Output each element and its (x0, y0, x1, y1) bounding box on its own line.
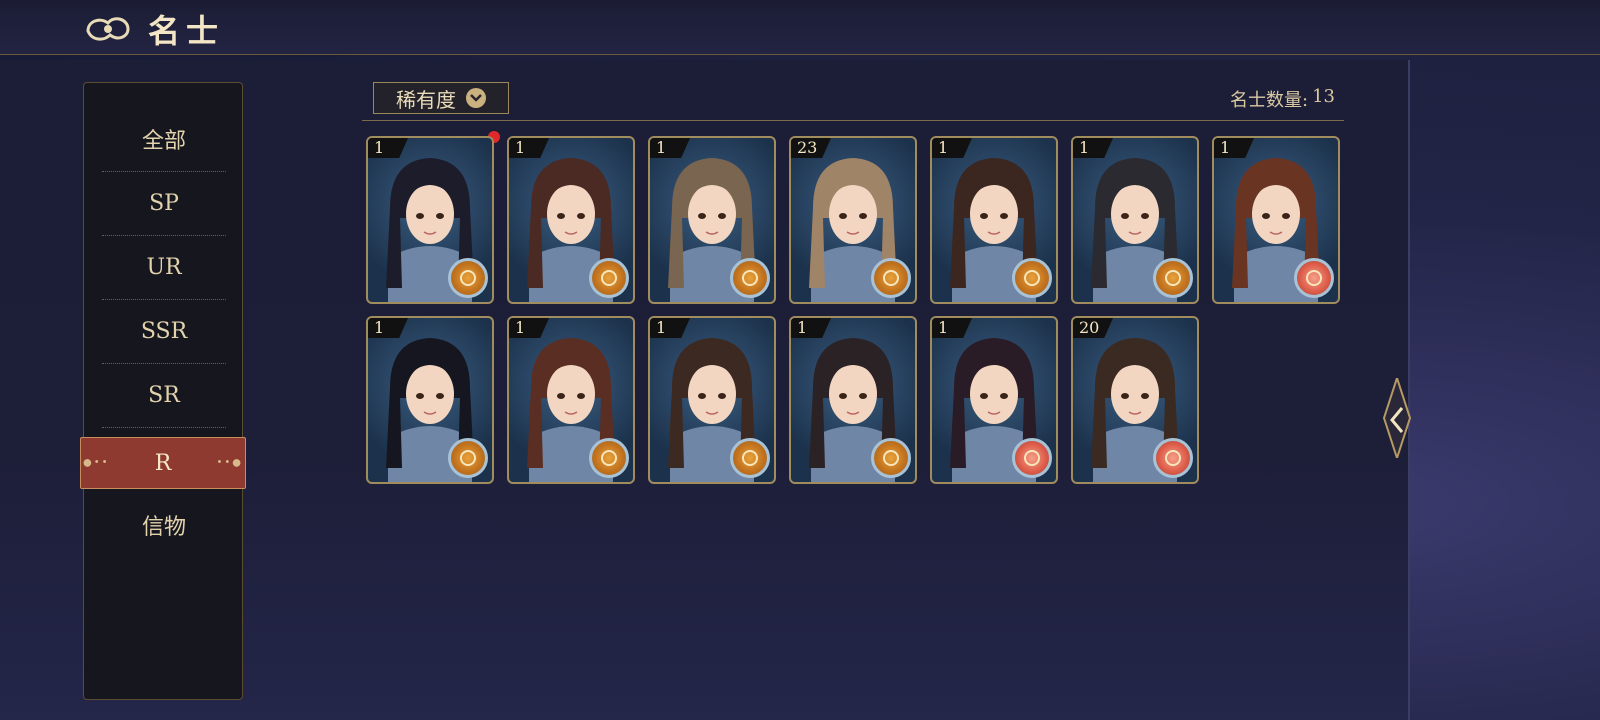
hero-card[interactable]: 23 (789, 136, 917, 304)
element-badge-icon (1294, 258, 1334, 298)
element-badge-icon (871, 438, 911, 478)
sidebar-item-ur[interactable]: UR (102, 235, 226, 300)
element-badge-icon (1012, 258, 1052, 298)
hero-count-value: 13 (1312, 86, 1335, 107)
sidebar-item-label: SSR (140, 318, 188, 344)
element-badge-icon (1153, 438, 1193, 478)
sidebar-item-r[interactable]: ●•• R ••● (80, 437, 246, 489)
sidebar-item-label: 信物 (141, 515, 186, 540)
ornament-right-icon: ••● (216, 457, 243, 469)
divider (362, 120, 1344, 121)
hero-card[interactable]: 1 (366, 316, 494, 484)
hero-card[interactable]: 1 (1071, 136, 1199, 304)
sidebar-item-all[interactable]: 全部 (102, 107, 226, 172)
element-badge-icon (448, 438, 488, 478)
sidebar-item-label: UR (146, 254, 182, 280)
element-badge-icon (1012, 438, 1052, 478)
sidebar-item-label: SP (149, 190, 179, 216)
element-badge-icon (589, 438, 629, 478)
rarity-sidebar: 全部 SP UR SSR SR ●•• R ••● 信物 (80, 82, 246, 700)
hero-card[interactable]: 1 (366, 136, 494, 304)
element-badge-icon (1153, 258, 1193, 298)
title-wrap: 名士 (82, 6, 224, 52)
sidebar-item-label: R (154, 450, 172, 476)
hero-card[interactable]: 1 (507, 316, 635, 484)
sidebar-item-ssr[interactable]: SSR (102, 299, 226, 364)
ornament-left-icon: ●•• (83, 457, 110, 469)
hero-card[interactable]: 1 (1212, 136, 1340, 304)
hero-count: 名士数量: 13 (1230, 86, 1335, 112)
element-badge-icon (730, 258, 770, 298)
element-badge-icon (448, 258, 488, 298)
sidebar-item-label: SR (148, 382, 180, 408)
sidebar-item-token[interactable]: 信物 (102, 493, 226, 557)
hero-card[interactable]: 1 (507, 136, 635, 304)
rarity-filter-button[interactable]: 稀有度 (373, 82, 509, 114)
chevron-down-icon (466, 88, 486, 108)
hero-card[interactable]: 1 (648, 316, 776, 484)
sidebar-item-label: 全部 (141, 129, 186, 154)
top-bar: 名士 (0, 0, 1600, 55)
element-badge-icon (871, 258, 911, 298)
sidebar-item-sp[interactable]: SP (102, 171, 226, 236)
hero-count-label: 名士数量: (1230, 90, 1309, 111)
hero-card[interactable]: 1 (648, 136, 776, 304)
hero-card[interactable]: 1 (930, 316, 1058, 484)
hero-card[interactable]: 1 (789, 316, 917, 484)
page-title: 名士 (148, 12, 225, 50)
filter-label: 稀有度 (396, 87, 456, 112)
element-badge-icon (730, 438, 770, 478)
collapse-arrow-icon[interactable] (1382, 378, 1412, 458)
cloud-emblem-icon (86, 17, 130, 41)
element-badge-icon (589, 258, 629, 298)
hero-card[interactable]: 20 (1071, 316, 1199, 484)
hero-card[interactable]: 1 (930, 136, 1058, 304)
sidebar-item-sr[interactable]: SR (102, 363, 226, 428)
